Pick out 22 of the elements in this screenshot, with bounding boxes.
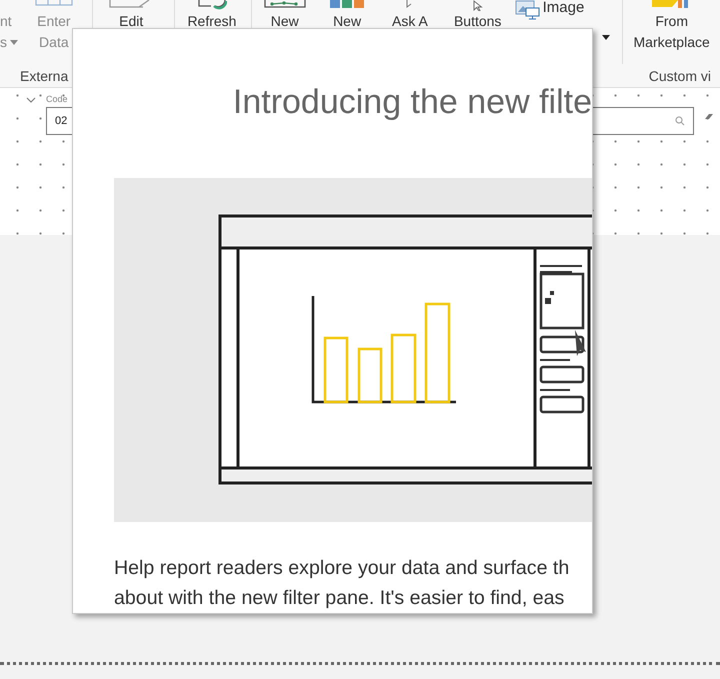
ribbon-group-label: Custom vi (648, 68, 711, 84)
color-squares-icon (330, 0, 364, 8)
ribbon-button-label[interactable]: Buttons (454, 11, 502, 32)
dialog-title: Introducing the new filte (232, 82, 592, 123)
chevron-down-icon[interactable] (26, 97, 36, 103)
image-button[interactable]: Image (542, 0, 584, 16)
table-icon (34, 0, 73, 6)
ribbon-group-label: Externa (20, 68, 68, 84)
line-chart-icon (264, 0, 306, 8)
ribbon-button-label[interactable]: From (655, 11, 688, 32)
refresh-icon (196, 0, 227, 10)
search-icon (675, 116, 685, 126)
caret-icon[interactable] (602, 35, 610, 40)
eraser-icon[interactable] (704, 113, 714, 121)
ribbon-button-label[interactable]: New (270, 11, 299, 32)
description-text: Help report readers explore your data and surface th about with the new filter pane. It's easier to find, eas (114, 556, 570, 611)
ribbon-button-label[interactable]: Edit (119, 11, 144, 32)
ribbon-button-label[interactable]: Ask A (392, 11, 428, 32)
slicer-label: Code (46, 93, 68, 106)
ribbon-button-label[interactable]: Marketplace (634, 32, 710, 53)
ribbon-button-label[interactable]: New (333, 11, 362, 32)
ribbon-button-label[interactable]: Refresh (187, 11, 236, 32)
